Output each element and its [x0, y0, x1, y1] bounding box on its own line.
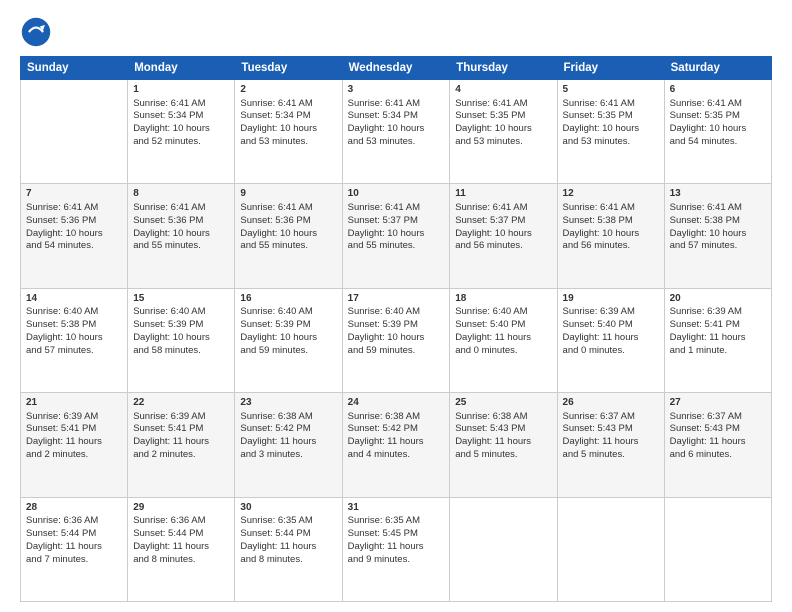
calendar-cell: 21Sunrise: 6:39 AMSunset: 5:41 PMDayligh… — [21, 393, 128, 497]
calendar-cell — [21, 80, 128, 184]
calendar-cell: 18Sunrise: 6:40 AMSunset: 5:40 PMDayligh… — [450, 288, 557, 392]
calendar-cell: 23Sunrise: 6:38 AMSunset: 5:42 PMDayligh… — [235, 393, 342, 497]
day-number: 4 — [455, 83, 551, 97]
day-number: 3 — [348, 83, 445, 97]
calendar-cell: 5Sunrise: 6:41 AMSunset: 5:35 PMDaylight… — [557, 80, 664, 184]
day-number: 17 — [348, 292, 445, 306]
day-number: 15 — [133, 292, 229, 306]
calendar-cell: 8Sunrise: 6:41 AMSunset: 5:36 PMDaylight… — [128, 184, 235, 288]
calendar-cell: 9Sunrise: 6:41 AMSunset: 5:36 PMDaylight… — [235, 184, 342, 288]
day-number: 9 — [240, 187, 336, 201]
calendar-cell: 15Sunrise: 6:40 AMSunset: 5:39 PMDayligh… — [128, 288, 235, 392]
calendar-header-thursday: Thursday — [450, 57, 557, 80]
calendar-header-saturday: Saturday — [664, 57, 771, 80]
day-number: 13 — [670, 187, 766, 201]
calendar-cell: 28Sunrise: 6:36 AMSunset: 5:44 PMDayligh… — [21, 497, 128, 601]
calendar-page: SundayMondayTuesdayWednesdayThursdayFrid… — [0, 0, 792, 612]
calendar-header-monday: Monday — [128, 57, 235, 80]
calendar-cell: 20Sunrise: 6:39 AMSunset: 5:41 PMDayligh… — [664, 288, 771, 392]
day-number: 14 — [26, 292, 122, 306]
day-number: 18 — [455, 292, 551, 306]
day-number: 19 — [563, 292, 659, 306]
calendar-cell: 3Sunrise: 6:41 AMSunset: 5:34 PMDaylight… — [342, 80, 450, 184]
calendar-cell: 12Sunrise: 6:41 AMSunset: 5:38 PMDayligh… — [557, 184, 664, 288]
day-number: 28 — [26, 501, 122, 515]
day-number: 16 — [240, 292, 336, 306]
day-number: 21 — [26, 396, 122, 410]
calendar-week-5: 28Sunrise: 6:36 AMSunset: 5:44 PMDayligh… — [21, 497, 772, 601]
header — [20, 16, 772, 48]
calendar-cell — [664, 497, 771, 601]
calendar-header-sunday: Sunday — [21, 57, 128, 80]
day-number: 12 — [563, 187, 659, 201]
calendar-week-1: 1Sunrise: 6:41 AMSunset: 5:34 PMDaylight… — [21, 80, 772, 184]
day-number: 2 — [240, 83, 336, 97]
calendar-week-3: 14Sunrise: 6:40 AMSunset: 5:38 PMDayligh… — [21, 288, 772, 392]
calendar-cell: 4Sunrise: 6:41 AMSunset: 5:35 PMDaylight… — [450, 80, 557, 184]
calendar-cell: 7Sunrise: 6:41 AMSunset: 5:36 PMDaylight… — [21, 184, 128, 288]
calendar-header-wednesday: Wednesday — [342, 57, 450, 80]
day-number: 27 — [670, 396, 766, 410]
logo — [20, 16, 56, 48]
calendar-cell: 25Sunrise: 6:38 AMSunset: 5:43 PMDayligh… — [450, 393, 557, 497]
calendar-cell: 19Sunrise: 6:39 AMSunset: 5:40 PMDayligh… — [557, 288, 664, 392]
calendar-cell — [450, 497, 557, 601]
calendar-cell: 29Sunrise: 6:36 AMSunset: 5:44 PMDayligh… — [128, 497, 235, 601]
calendar-cell: 27Sunrise: 6:37 AMSunset: 5:43 PMDayligh… — [664, 393, 771, 497]
calendar-cell: 16Sunrise: 6:40 AMSunset: 5:39 PMDayligh… — [235, 288, 342, 392]
day-number: 8 — [133, 187, 229, 201]
day-number: 11 — [455, 187, 551, 201]
calendar-cell: 24Sunrise: 6:38 AMSunset: 5:42 PMDayligh… — [342, 393, 450, 497]
day-number: 24 — [348, 396, 445, 410]
calendar-table: SundayMondayTuesdayWednesdayThursdayFrid… — [20, 56, 772, 602]
day-number: 23 — [240, 396, 336, 410]
calendar-cell — [557, 497, 664, 601]
calendar-header-row: SundayMondayTuesdayWednesdayThursdayFrid… — [21, 57, 772, 80]
day-number: 22 — [133, 396, 229, 410]
calendar-cell: 10Sunrise: 6:41 AMSunset: 5:37 PMDayligh… — [342, 184, 450, 288]
calendar-cell: 31Sunrise: 6:35 AMSunset: 5:45 PMDayligh… — [342, 497, 450, 601]
calendar-cell: 11Sunrise: 6:41 AMSunset: 5:37 PMDayligh… — [450, 184, 557, 288]
day-number: 20 — [670, 292, 766, 306]
day-number: 6 — [670, 83, 766, 97]
day-number: 29 — [133, 501, 229, 515]
day-number: 7 — [26, 187, 122, 201]
calendar-cell: 1Sunrise: 6:41 AMSunset: 5:34 PMDaylight… — [128, 80, 235, 184]
calendar-cell: 2Sunrise: 6:41 AMSunset: 5:34 PMDaylight… — [235, 80, 342, 184]
day-number: 1 — [133, 83, 229, 97]
day-number: 5 — [563, 83, 659, 97]
calendar-cell: 30Sunrise: 6:35 AMSunset: 5:44 PMDayligh… — [235, 497, 342, 601]
calendar-week-2: 7Sunrise: 6:41 AMSunset: 5:36 PMDaylight… — [21, 184, 772, 288]
calendar-cell: 6Sunrise: 6:41 AMSunset: 5:35 PMDaylight… — [664, 80, 771, 184]
day-number: 10 — [348, 187, 445, 201]
calendar-cell: 22Sunrise: 6:39 AMSunset: 5:41 PMDayligh… — [128, 393, 235, 497]
calendar-cell: 14Sunrise: 6:40 AMSunset: 5:38 PMDayligh… — [21, 288, 128, 392]
day-number: 25 — [455, 396, 551, 410]
day-number: 31 — [348, 501, 445, 515]
calendar-header-tuesday: Tuesday — [235, 57, 342, 80]
day-number: 30 — [240, 501, 336, 515]
calendar-week-4: 21Sunrise: 6:39 AMSunset: 5:41 PMDayligh… — [21, 393, 772, 497]
calendar-cell: 26Sunrise: 6:37 AMSunset: 5:43 PMDayligh… — [557, 393, 664, 497]
calendar-cell: 13Sunrise: 6:41 AMSunset: 5:38 PMDayligh… — [664, 184, 771, 288]
logo-icon — [20, 16, 52, 48]
calendar-cell: 17Sunrise: 6:40 AMSunset: 5:39 PMDayligh… — [342, 288, 450, 392]
calendar-header-friday: Friday — [557, 57, 664, 80]
day-number: 26 — [563, 396, 659, 410]
